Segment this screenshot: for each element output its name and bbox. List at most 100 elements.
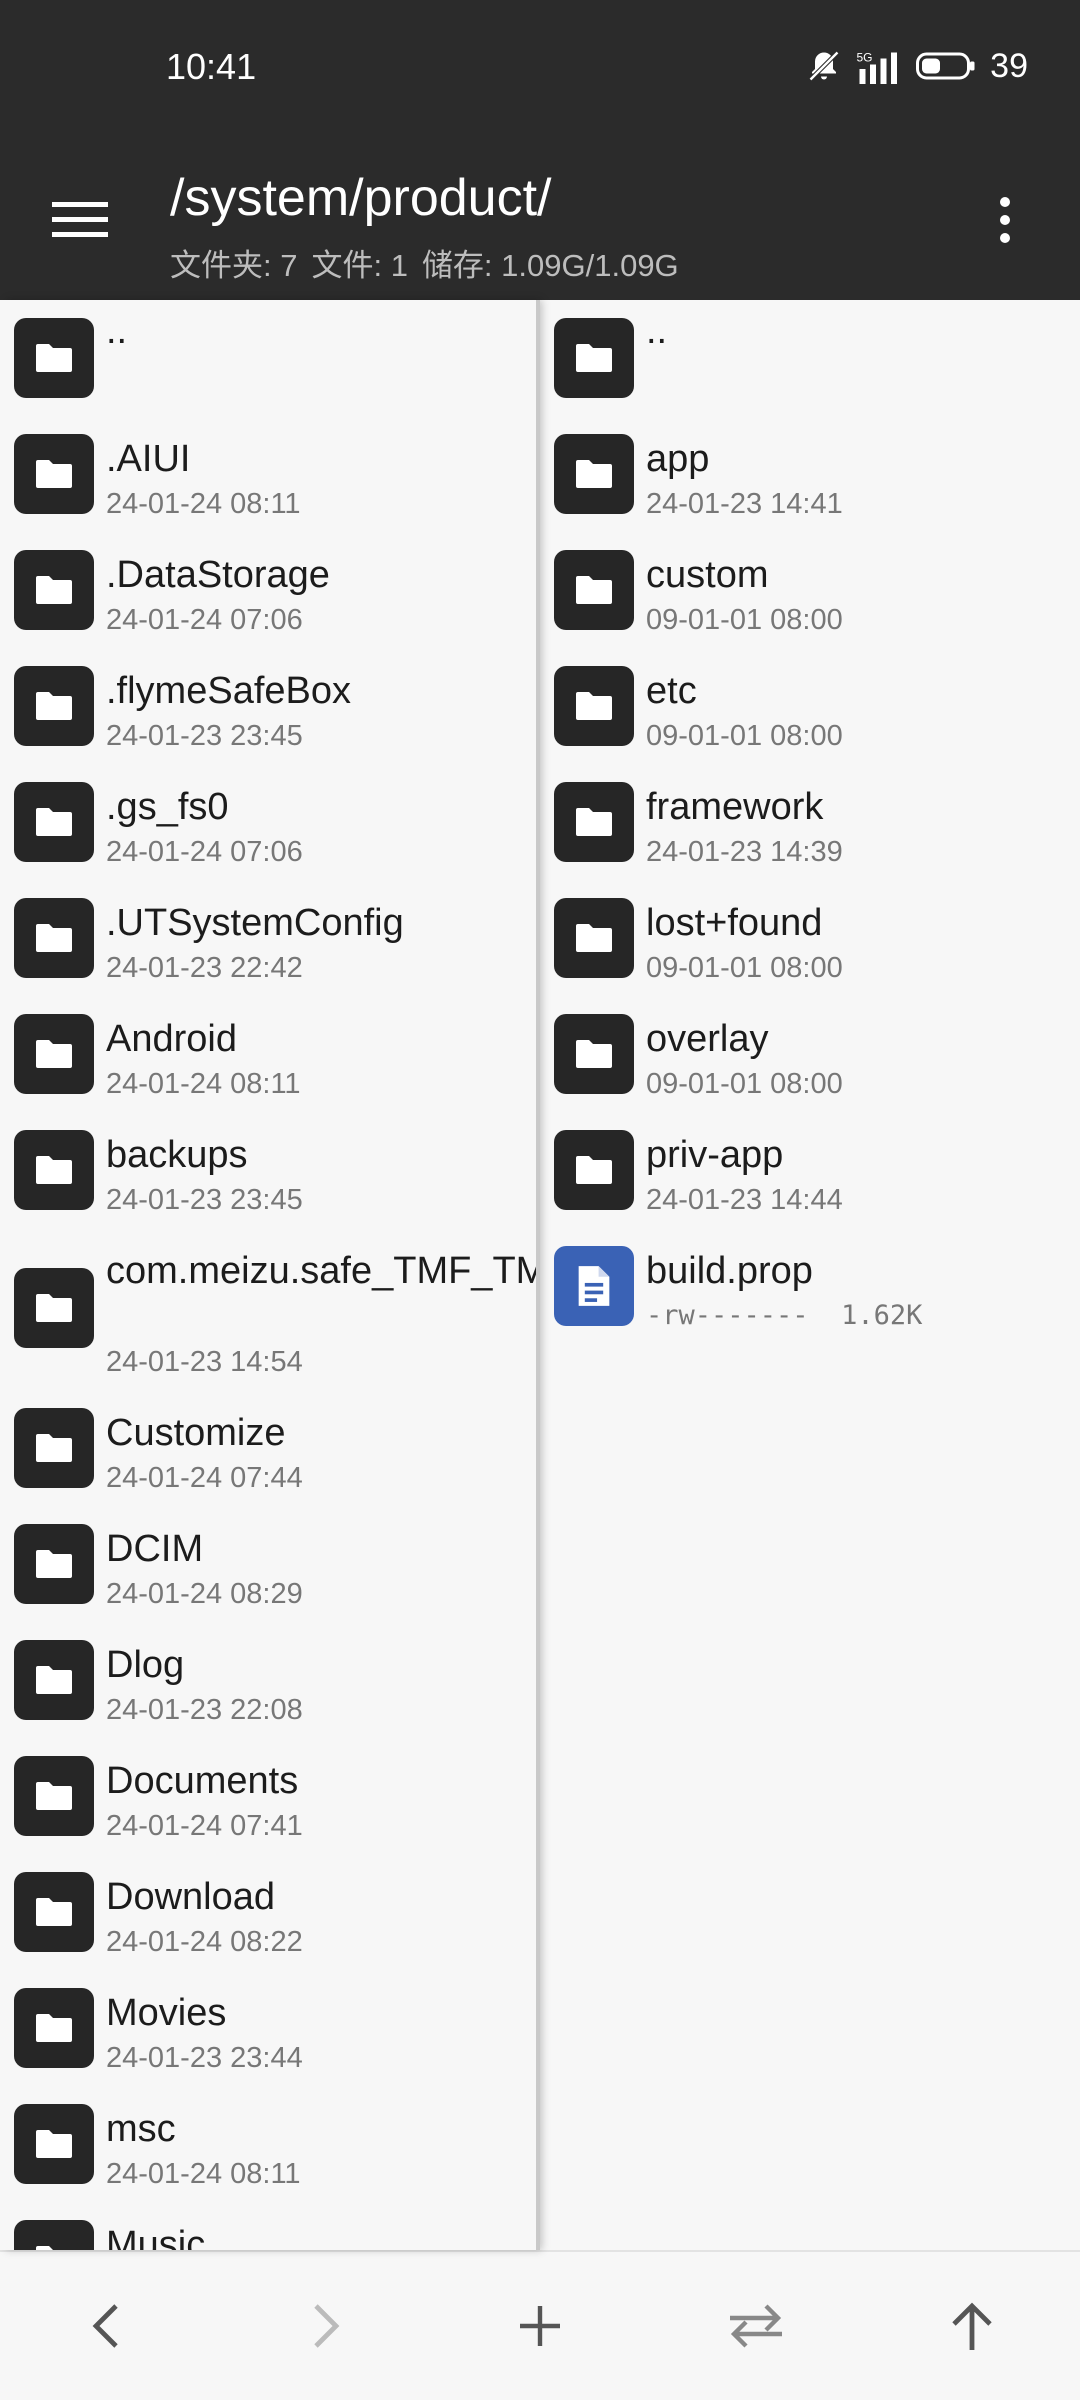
folder-row[interactable]: DCIM 24-01-24 08:29 [0,1506,536,1622]
folder-row[interactable]: framework 24-01-23 14:39 [540,764,1080,880]
item-name: framework [646,786,824,828]
status-time: 10:41 [166,46,257,87]
folder-row[interactable]: com.meizu.safe_TMF_TMS 24-01-23 14:54 [0,1228,536,1390]
status-bar: 10:41 5G 39 [0,0,1080,140]
folder-icon [14,1872,94,1952]
item-name: build.prop [646,1250,813,1292]
folder-icon [14,1524,94,1604]
item-date: 24-01-24 08:29 [106,1578,303,1610]
item-name: lost+found [646,902,823,944]
item-name: priv-app [646,1134,784,1176]
folder-row[interactable]: etc 09-01-01 08:00 [540,648,1080,764]
folder-row[interactable]: Download 24-01-24 08:22 [0,1854,536,1970]
folder-icon [14,318,94,398]
folder-icon [14,1640,94,1720]
chevron-right-icon [314,2304,340,2348]
forward-button[interactable] [269,2271,379,2381]
battery-icon [916,50,976,82]
parent-dir-row[interactable]: .. [540,300,1080,416]
menu-button[interactable] [40,190,120,250]
folder-row[interactable]: priv-app 24-01-23 14:44 [540,1112,1080,1228]
swap-icon [730,2304,782,2348]
plus-icon [520,2306,560,2346]
item-name: Music [106,2224,206,2250]
item-date: 24-01-24 07:06 [106,604,303,636]
pane-divider[interactable] [536,300,540,2250]
item-name: Movies [106,1992,227,2034]
bell-muted-icon [806,48,842,84]
item-date: 24-01-23 22:42 [106,952,303,984]
folder-icon [14,2220,94,2250]
folder-icon [554,550,634,630]
folder-row[interactable]: app 24-01-23 14:41 [540,416,1080,532]
folder-row[interactable]: .AIUI 24-01-24 08:11 [0,416,536,532]
item-name: Android [106,1018,237,1060]
item-date: 24-01-24 08:11 [106,1068,301,1100]
item-date: 09-01-01 08:00 [646,952,843,984]
folder-icon [554,898,634,978]
folder-icon [554,666,634,746]
folder-row[interactable]: Movies 24-01-23 23:44 [0,1970,536,2086]
item-name: Documents [106,1760,299,1802]
item-name: DCIM [106,1528,204,1570]
storage-info: 储存: 1.09G/1.09G [421,248,679,283]
arrow-up-icon [952,2302,992,2350]
item-name: app [646,438,710,480]
bottom-toolbar [0,2250,1080,2400]
folder-row[interactable]: Android 24-01-24 08:11 [0,996,536,1112]
folder-icon [554,318,634,398]
folder-row[interactable]: Customize 24-01-24 07:44 [0,1390,536,1506]
folder-row[interactable]: Documents 24-01-24 07:41 [0,1738,536,1854]
item-name: overlay [646,1018,769,1060]
item-date: 24-01-23 23:44 [106,2042,303,2074]
file-permissions: -rw------- [646,1300,809,1331]
item-name: .. [646,310,668,352]
parent-dir-row[interactable]: .. [0,300,536,416]
folder-row[interactable]: overlay 09-01-01 08:00 [540,996,1080,1112]
folder-icon [14,1014,94,1094]
more-options-button[interactable] [970,184,1040,256]
folder-row[interactable]: lost+found 09-01-01 08:00 [540,880,1080,996]
app-bar: /system/product/ 文件夹: 7 文件: 1 储存: 1.09G/… [0,140,1080,300]
item-date: 24-01-24 08:11 [106,488,301,520]
folder-row[interactable]: msc 24-01-24 08:11 [0,2086,536,2202]
item-date: 24-01-23 23:45 [106,720,303,752]
item-name: Download [106,1876,275,1918]
folder-row[interactable]: Music [0,2202,536,2250]
item-name: etc [646,670,697,712]
battery-level: 39 [990,46,1028,85]
folder-row[interactable]: .DataStorage 24-01-24 07:06 [0,532,536,648]
hamburger-icon [52,202,108,237]
folder-row[interactable]: custom 09-01-01 08:00 [540,532,1080,648]
item-name: Dlog [106,1644,185,1686]
item-name: .AIUI [106,438,191,480]
left-pane: .. .AIUI 24-01-24 08:11 .DataStorage 24-01-… [0,300,536,2250]
folder-row[interactable]: Dlog 24-01-23 22:08 [0,1622,536,1738]
item-name: .. [106,310,128,352]
item-date: 24-01-24 08:22 [106,1926,303,1958]
add-button[interactable] [485,2271,595,2381]
item-name: .DataStorage [106,554,330,596]
item-name: .flymeSafeBox [106,670,351,712]
folder-icon [14,1408,94,1488]
folder-row[interactable]: .gs_fs0 24-01-24 07:06 [0,764,536,880]
item-name: custom [646,554,769,596]
item-date: 24-01-23 14:54 [106,1346,303,1378]
folder-icon [14,1988,94,2068]
current-path: /system/product/ [170,169,552,227]
swap-panes-button[interactable] [701,2271,811,2381]
folder-icon [14,2104,94,2184]
folder-row[interactable]: backups 24-01-23 23:45 [0,1112,536,1228]
svg-text:5G: 5G [857,51,873,65]
folder-row[interactable]: .flymeSafeBox 24-01-23 23:45 [0,648,536,764]
back-button[interactable] [53,2271,163,2381]
file-size: 1.62K [841,1300,923,1331]
folder-icon [554,1130,634,1210]
file-meta: -rw------- 1.62K [646,1300,922,1331]
item-name: backups [106,1134,248,1176]
folder-row[interactable]: .UTSystemConfig 24-01-23 22:42 [0,880,536,996]
file-row[interactable]: build.prop -rw------- 1.62K [540,1228,1080,1344]
up-directory-button[interactable] [917,2271,1027,2381]
item-name: .UTSystemConfig [106,902,404,944]
item-date: 24-01-24 07:06 [106,836,303,868]
